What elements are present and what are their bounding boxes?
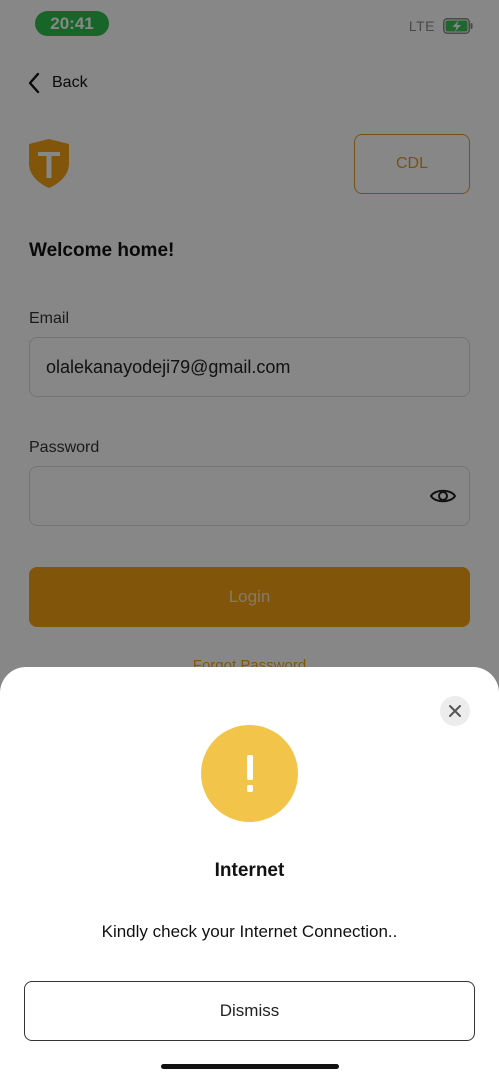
exclamation-icon <box>246 754 253 792</box>
dialog-message: Kindly check your Internet Connection.. <box>101 922 398 941</box>
dialog-title: Internet <box>214 860 285 881</box>
alert-bottom-sheet: Internet Kindly check your Internet Conn… <box>0 667 499 1080</box>
close-icon <box>449 705 461 717</box>
alert-badge <box>201 725 298 822</box>
close-button[interactable] <box>440 696 470 726</box>
dismiss-button[interactable]: Dismiss <box>24 981 475 1041</box>
home-indicator[interactable] <box>161 1064 339 1069</box>
